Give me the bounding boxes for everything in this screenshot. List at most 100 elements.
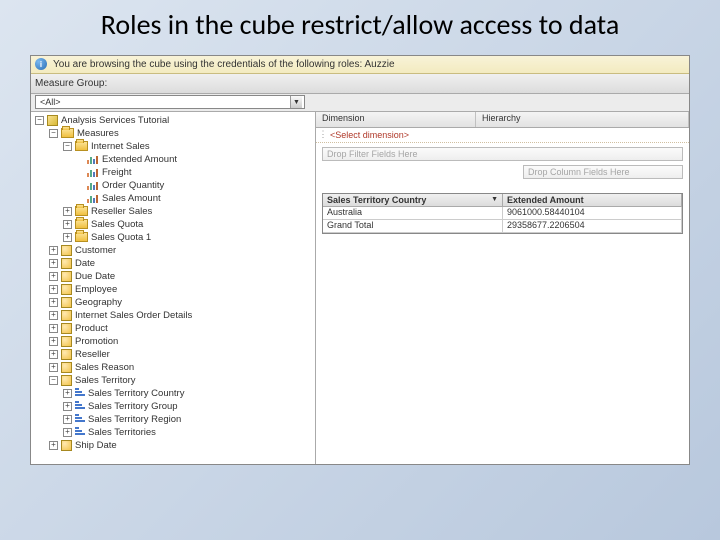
pivot-data-row: Australia 9061000.58440104 bbox=[323, 207, 682, 220]
expand-icon[interactable]: + bbox=[63, 207, 72, 216]
measure-item[interactable]: Freight bbox=[31, 166, 315, 179]
select-dimension-row[interactable]: ⋮ <Select dimension> bbox=[316, 128, 689, 143]
measure-item[interactable]: Extended Amount bbox=[31, 153, 315, 166]
chevron-down-icon[interactable]: ▼ bbox=[290, 96, 302, 108]
info-bar: i You are browsing the cube using the cr… bbox=[31, 56, 689, 74]
collapse-icon[interactable]: − bbox=[63, 142, 72, 151]
row-handle-icon[interactable]: ⋮ bbox=[316, 129, 330, 140]
folder-icon bbox=[75, 206, 88, 216]
folder-icon bbox=[61, 128, 74, 138]
measure-icon bbox=[87, 181, 99, 190]
measure-icon bbox=[87, 168, 99, 177]
dimension-icon bbox=[61, 440, 72, 451]
dimension-icon bbox=[61, 349, 72, 360]
expand-icon[interactable]: + bbox=[63, 233, 72, 242]
dimension-icon bbox=[61, 362, 72, 373]
dimension-node[interactable]: −Sales Territory bbox=[31, 374, 315, 387]
toolbar: Measure Group: bbox=[31, 74, 689, 94]
hierarchy-icon bbox=[75, 427, 85, 437]
pivot-col-header[interactable]: Extended Amount bbox=[503, 194, 682, 207]
expand-icon[interactable]: + bbox=[49, 285, 58, 294]
hierarchy-node[interactable]: +Sales Territory Region bbox=[31, 413, 315, 426]
collapse-icon[interactable]: − bbox=[49, 376, 58, 385]
expand-icon[interactable]: + bbox=[49, 298, 58, 307]
hierarchy-node[interactable]: +Sales Territory Country bbox=[31, 387, 315, 400]
pivot-row-label: Australia bbox=[323, 207, 503, 220]
expand-icon[interactable]: + bbox=[49, 311, 58, 320]
collapse-icon[interactable]: − bbox=[35, 116, 44, 125]
measure-item[interactable]: Order Quantity bbox=[31, 179, 315, 192]
dimension-node[interactable]: +Date bbox=[31, 257, 315, 270]
drop-column-zone[interactable]: Drop Column Fields Here bbox=[523, 165, 683, 179]
metadata-tree-pane[interactable]: − Analysis Services Tutorial − Measures … bbox=[31, 112, 316, 464]
folder-icon bbox=[75, 141, 88, 151]
measure-group-combo[interactable]: <All> ▼ bbox=[35, 95, 305, 109]
dimension-node[interactable]: +Promotion bbox=[31, 335, 315, 348]
measure-group-node[interactable]: +Sales Quota 1 bbox=[31, 231, 315, 244]
dimension-node[interactable]: +Internet Sales Order Details bbox=[31, 309, 315, 322]
hierarchy-node[interactable]: +Sales Territory Group bbox=[31, 400, 315, 413]
drop-filter-zone[interactable]: Drop Filter Fields Here bbox=[322, 147, 683, 161]
dimension-node[interactable]: +Employee bbox=[31, 283, 315, 296]
tree-root[interactable]: − Analysis Services Tutorial bbox=[31, 114, 315, 127]
dimension-node[interactable]: +Product bbox=[31, 322, 315, 335]
hierarchy-node[interactable]: +Sales Territories bbox=[31, 426, 315, 439]
toolbar-row2: <All> ▼ bbox=[31, 94, 689, 112]
measure-item[interactable]: Sales Amount bbox=[31, 192, 315, 205]
measure-group-label: Measure Group: bbox=[35, 78, 107, 89]
dimension-icon bbox=[61, 297, 72, 308]
expand-icon[interactable]: + bbox=[63, 389, 72, 398]
expand-icon[interactable]: + bbox=[49, 441, 58, 450]
pivot-data-row: Grand Total 29358677.2206504 bbox=[323, 220, 682, 233]
dimension-node[interactable]: +Customer bbox=[31, 244, 315, 257]
dimension-node[interactable]: +Geography bbox=[31, 296, 315, 309]
pivot-cell-value: 29358677.2206504 bbox=[503, 220, 682, 233]
measure-group-node[interactable]: +Reseller Sales bbox=[31, 205, 315, 218]
dimension-node[interactable]: +Sales Reason bbox=[31, 361, 315, 374]
hierarchy-icon bbox=[75, 388, 85, 398]
hierarchy-icon bbox=[75, 401, 85, 411]
pivot-area: Drop Filter Fields Here Drop Column Fiel… bbox=[316, 143, 689, 464]
measure-group-node[interactable]: +Sales Quota bbox=[31, 218, 315, 231]
expand-icon[interactable]: + bbox=[49, 246, 58, 255]
filter-grid-header: Dimension Hierarchy bbox=[316, 112, 689, 128]
dimension-icon bbox=[61, 375, 72, 386]
expand-icon[interactable]: + bbox=[49, 272, 58, 281]
tree-root-label: Analysis Services Tutorial bbox=[61, 115, 169, 126]
expand-icon[interactable]: + bbox=[63, 220, 72, 229]
expand-icon[interactable]: + bbox=[49, 337, 58, 346]
select-dimension-label: <Select dimension> bbox=[330, 130, 409, 140]
measures-node[interactable]: − Measures bbox=[31, 127, 315, 140]
browser-right-pane: Dimension Hierarchy ⋮ <Select dimension>… bbox=[316, 112, 689, 464]
expand-icon[interactable]: + bbox=[63, 415, 72, 424]
measure-icon bbox=[87, 194, 99, 203]
expand-icon[interactable]: + bbox=[63, 428, 72, 437]
expand-icon[interactable]: + bbox=[49, 350, 58, 359]
expand-icon[interactable]: + bbox=[63, 402, 72, 411]
expand-icon[interactable]: + bbox=[49, 259, 58, 268]
pivot-row-label: Grand Total bbox=[323, 220, 503, 233]
info-text: You are browsing the cube using the cred… bbox=[53, 59, 395, 70]
dimension-icon bbox=[61, 323, 72, 334]
pivot-row-header[interactable]: Sales Territory Country ▼ bbox=[323, 194, 503, 207]
collapse-icon[interactable]: − bbox=[49, 129, 58, 138]
hierarchy-col-header: Hierarchy bbox=[476, 112, 689, 127]
pivot-cell-value: 9061000.58440104 bbox=[503, 207, 682, 220]
dimension-node[interactable]: +Reseller bbox=[31, 348, 315, 361]
dimension-icon bbox=[61, 245, 72, 256]
internet-sales-label: Internet Sales bbox=[91, 141, 150, 152]
expand-icon[interactable]: + bbox=[49, 363, 58, 372]
measure-icon bbox=[87, 155, 99, 164]
slide-title: Roles in the cube restrict/allow access … bbox=[0, 0, 720, 47]
expand-icon[interactable]: + bbox=[49, 324, 58, 333]
dimension-node[interactable]: +Ship Date bbox=[31, 439, 315, 452]
dimension-col-header: Dimension bbox=[316, 112, 476, 127]
dimension-node[interactable]: +Due Date bbox=[31, 270, 315, 283]
dimension-icon bbox=[61, 258, 72, 269]
folder-icon bbox=[75, 219, 88, 229]
cube-icon bbox=[47, 115, 58, 126]
chevron-down-icon[interactable]: ▼ bbox=[491, 196, 498, 203]
cube-browser-window: i You are browsing the cube using the cr… bbox=[30, 55, 690, 465]
measure-group-node[interactable]: − Internet Sales bbox=[31, 140, 315, 153]
hierarchy-icon bbox=[75, 414, 85, 424]
